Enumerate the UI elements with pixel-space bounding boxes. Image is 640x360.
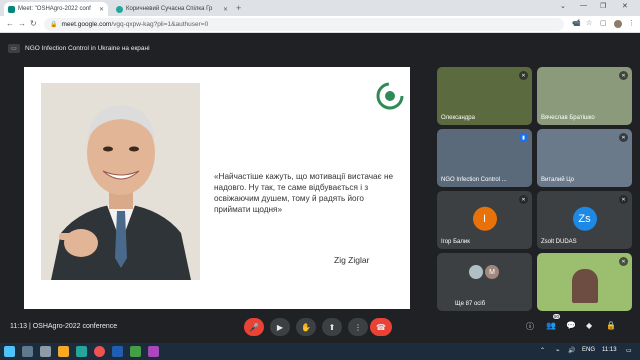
meeting-info: 11:13 | OSHAgro-2022 conference (10, 323, 118, 330)
ngo-logo-icon (376, 82, 404, 110)
chat-icon[interactable]: 💬 (566, 321, 576, 330)
word-icon[interactable] (112, 346, 123, 357)
edge-icon[interactable] (76, 346, 87, 357)
avatar: Zs (572, 206, 597, 231)
chrome-icon[interactable] (94, 346, 105, 357)
language-indicator[interactable]: ENG (582, 347, 595, 353)
participant-name: Вячеслав Братішко (541, 115, 595, 121)
new-tab-button[interactable]: + (236, 3, 241, 13)
address-bar-row: ← → ↻ 🔒 meet.google.com/vgq-qxpw-kag?pli… (0, 16, 640, 33)
back-icon[interactable]: ← (6, 19, 14, 28)
avatar (469, 265, 483, 279)
raise-hand-button[interactable]: ✋ (296, 318, 316, 336)
menu-icon[interactable]: ⋮ (628, 19, 635, 27)
mic-off-icon: ✕ (519, 195, 528, 204)
meet-favicon-icon (8, 5, 15, 13)
slide-author: Zig Ziglar (334, 255, 370, 265)
participant-tile[interactable]: ✕ Вячеслав Братішко (537, 67, 632, 125)
participant-video (572, 269, 598, 303)
presenting-label: NGO Infection Control in Ukraine на екра… (25, 44, 150, 52)
people-count-badge: 90 (553, 314, 561, 319)
mic-off-icon: ✕ (619, 133, 628, 142)
present-screen-icon: ▭ (8, 43, 20, 53)
start-icon[interactable] (4, 346, 15, 357)
slide-quote: «Найчастіше кажуть, що мотивації вистача… (214, 172, 394, 214)
mic-toggle-button[interactable]: 🎤 (244, 318, 264, 336)
os-taskbar: ⌃ ⌁ 🔊 ENG 11:13 ▭ (0, 343, 640, 360)
close-window-icon[interactable]: ✕ (622, 2, 628, 10)
info-icon[interactable]: ⓘ (526, 321, 534, 332)
host-controls-icon[interactable]: 🔒 (606, 321, 616, 330)
camera-toggle-button[interactable]: ▶ (270, 318, 290, 336)
participant-tile[interactable]: ✕ (537, 253, 632, 311)
others-tile[interactable]: M Ще 87 осіб (437, 253, 532, 311)
network-icon[interactable]: ⌁ (556, 347, 560, 354)
tray-expand-icon[interactable]: ⌃ (540, 347, 545, 354)
mic-off-icon: ✕ (619, 257, 628, 266)
participant-name: NGO Infection Control ... (441, 177, 507, 183)
participant-tile[interactable]: ▮ NGO Infection Control ... (437, 129, 532, 187)
mic-off-icon: ✕ (619, 71, 628, 80)
meeting-controls: 11:13 | OSHAgro-2022 conference 🎤 ▶ ✋ ⬆ … (0, 310, 640, 343)
meet-area: ▭ NGO Infection Control in Ukraine на ек… (0, 33, 640, 343)
extensions-icon[interactable]: ▢ (600, 19, 607, 27)
explorer-icon[interactable] (58, 346, 69, 357)
search-icon[interactable] (22, 346, 33, 357)
volume-icon[interactable]: 🔊 (568, 347, 575, 354)
tab-canva[interactable]: Коричневий Сучасна Спілка Гр ✕ (112, 2, 232, 16)
participant-tile[interactable]: ✕ І Ігор Балик (437, 191, 532, 249)
maximize-icon[interactable]: ❐ (600, 2, 606, 10)
tab-canva-title: Коричневий Сучасна Спілка Гр (126, 6, 213, 12)
mic-off-icon: ✕ (519, 71, 528, 80)
avatar: І (472, 206, 497, 231)
participant-tile[interactable]: ✕ Олександра (437, 67, 532, 125)
speaker-portrait (41, 83, 200, 280)
profile-icon[interactable] (614, 20, 622, 28)
shared-slide: «Найчастіше кажуть, що мотивації вистача… (24, 67, 410, 309)
lock-icon[interactable]: 🔒 (50, 21, 57, 28)
presenter-banner: ▭ NGO Infection Control in Ukraine на ек… (8, 41, 150, 55)
leave-call-button[interactable]: ☎ (370, 318, 392, 336)
participant-tile[interactable]: ✕ Zs Zsolt DUDAS (537, 191, 632, 249)
participant-name: Zsolt DUDAS (541, 239, 577, 245)
browser-tab-bar: Meet: "OSHAgro-2022 conf ✕ Коричневий Су… (0, 0, 640, 16)
notifications-icon[interactable]: ▭ (626, 347, 632, 354)
system-clock[interactable]: 11:13 (602, 347, 617, 353)
app-icon[interactable] (130, 346, 141, 357)
tab-meet-title: Meet: "OSHAgro-2022 conf (18, 6, 91, 12)
omnibox[interactable]: 🔒 meet.google.com/vgq-qxpw-kag?pli=1&aut… (44, 18, 564, 31)
minimize-icon[interactable]: — (580, 2, 587, 9)
mic-off-icon: ✕ (619, 195, 628, 204)
tab-search-icon[interactable]: ⌄ (560, 2, 566, 10)
speaking-icon: ▮ (519, 133, 528, 142)
others-count: Ще 87 осіб (455, 301, 486, 307)
forward-icon[interactable]: → (18, 19, 26, 28)
present-button[interactable]: ⬆ (322, 318, 342, 336)
more-options-button[interactable]: ⋮ (348, 318, 368, 336)
avatar: M (485, 265, 499, 279)
meeting-name: OSHAgro-2022 conference (32, 323, 118, 330)
app-icon[interactable] (148, 346, 159, 357)
participant-name: Виталий Цо (541, 177, 575, 183)
participant-tile[interactable]: ✕ Виталий Цо (537, 129, 632, 187)
url-text: meet.google.com/vgq-qxpw-kag?pli=1&authu… (61, 21, 209, 28)
close-tab-icon[interactable]: ✕ (99, 6, 104, 13)
task-view-icon[interactable] (40, 346, 51, 357)
close-tab-icon[interactable]: ✕ (223, 6, 228, 13)
camera-indicator-icon[interactable]: 📹 (572, 19, 581, 27)
activities-icon[interactable]: ◆ (586, 321, 592, 330)
avatar-stack: M (469, 265, 499, 279)
meeting-time: 11:13 (10, 323, 27, 330)
reload-icon[interactable]: ↻ (30, 19, 37, 28)
star-icon[interactable]: ☆ (586, 19, 592, 27)
people-icon[interactable]: 👥 (546, 321, 556, 330)
participant-name: Ігор Балик (441, 239, 470, 245)
tab-meet[interactable]: Meet: "OSHAgro-2022 conf ✕ (4, 2, 108, 16)
participant-name: Олександра (441, 115, 475, 121)
canva-favicon-icon (116, 5, 123, 13)
portrait-illustration (41, 83, 200, 280)
